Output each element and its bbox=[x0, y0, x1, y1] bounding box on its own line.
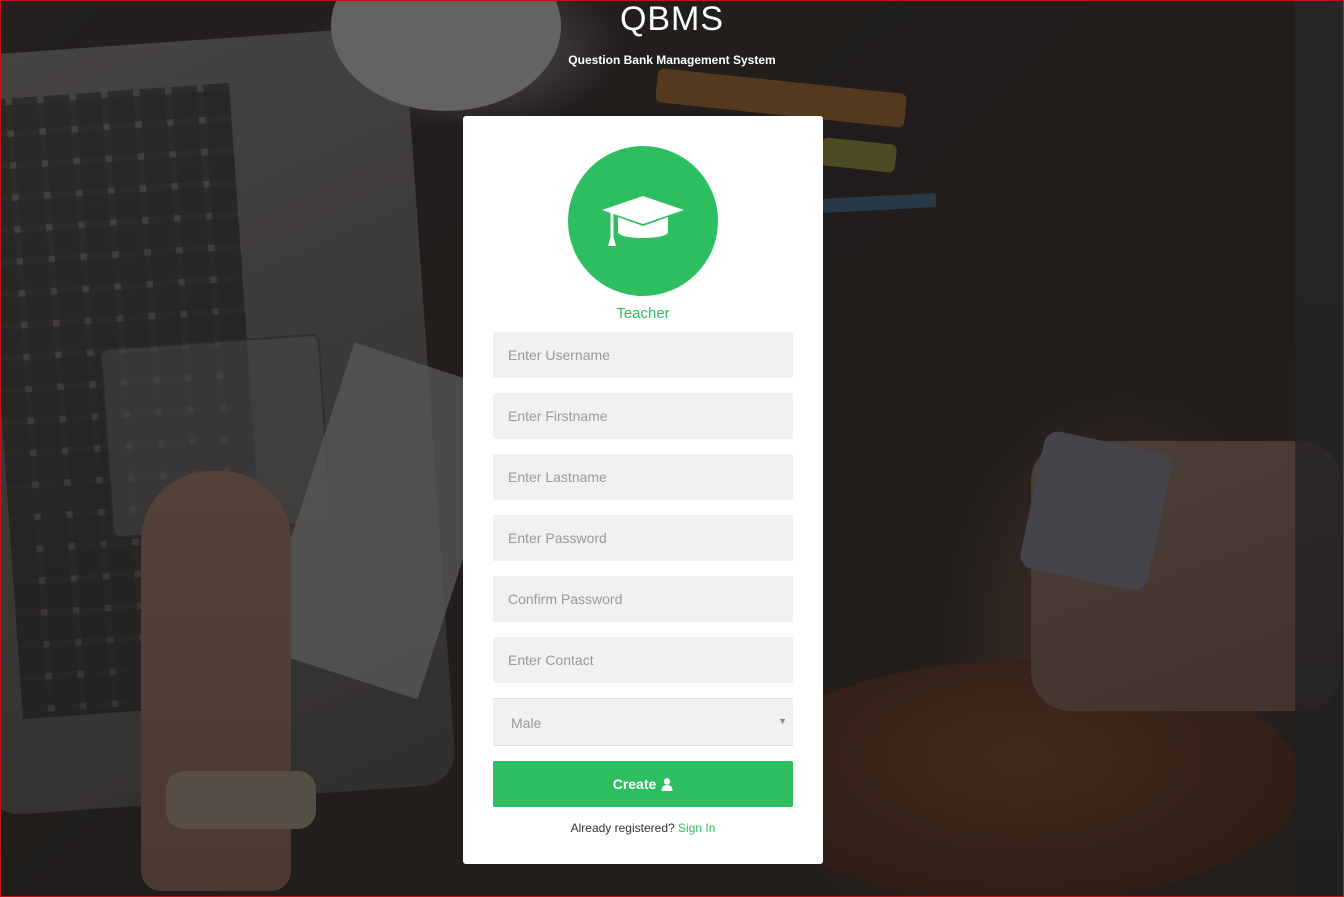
registration-card: Teacher Male ▼ Create Already registered… bbox=[463, 116, 823, 864]
password-input[interactable] bbox=[493, 515, 793, 561]
graduation-cap-icon bbox=[602, 196, 684, 246]
dropdown-arrow-icon: ▼ bbox=[778, 716, 787, 726]
create-button-label: Create bbox=[612, 776, 657, 792]
signin-link[interactable]: Sign In bbox=[678, 821, 715, 835]
role-avatar bbox=[568, 146, 718, 296]
username-input[interactable] bbox=[493, 332, 793, 378]
signin-prompt: Already registered? Sign In bbox=[463, 821, 823, 835]
confirm-password-input[interactable] bbox=[493, 576, 793, 622]
app-subtitle: Question Bank Management System bbox=[568, 53, 776, 67]
create-button[interactable]: Create bbox=[493, 761, 793, 807]
gender-select-value: Male bbox=[511, 715, 542, 731]
firstname-input[interactable] bbox=[493, 393, 793, 439]
contact-input[interactable] bbox=[493, 637, 793, 683]
role-label: Teacher bbox=[616, 305, 670, 322]
user-icon bbox=[661, 777, 673, 791]
gender-select[interactable]: Male ▼ bbox=[493, 698, 793, 746]
lastname-input[interactable] bbox=[493, 454, 793, 500]
signin-prompt-text: Already registered? bbox=[570, 821, 675, 835]
app-title: QBMS bbox=[619, 0, 725, 38]
